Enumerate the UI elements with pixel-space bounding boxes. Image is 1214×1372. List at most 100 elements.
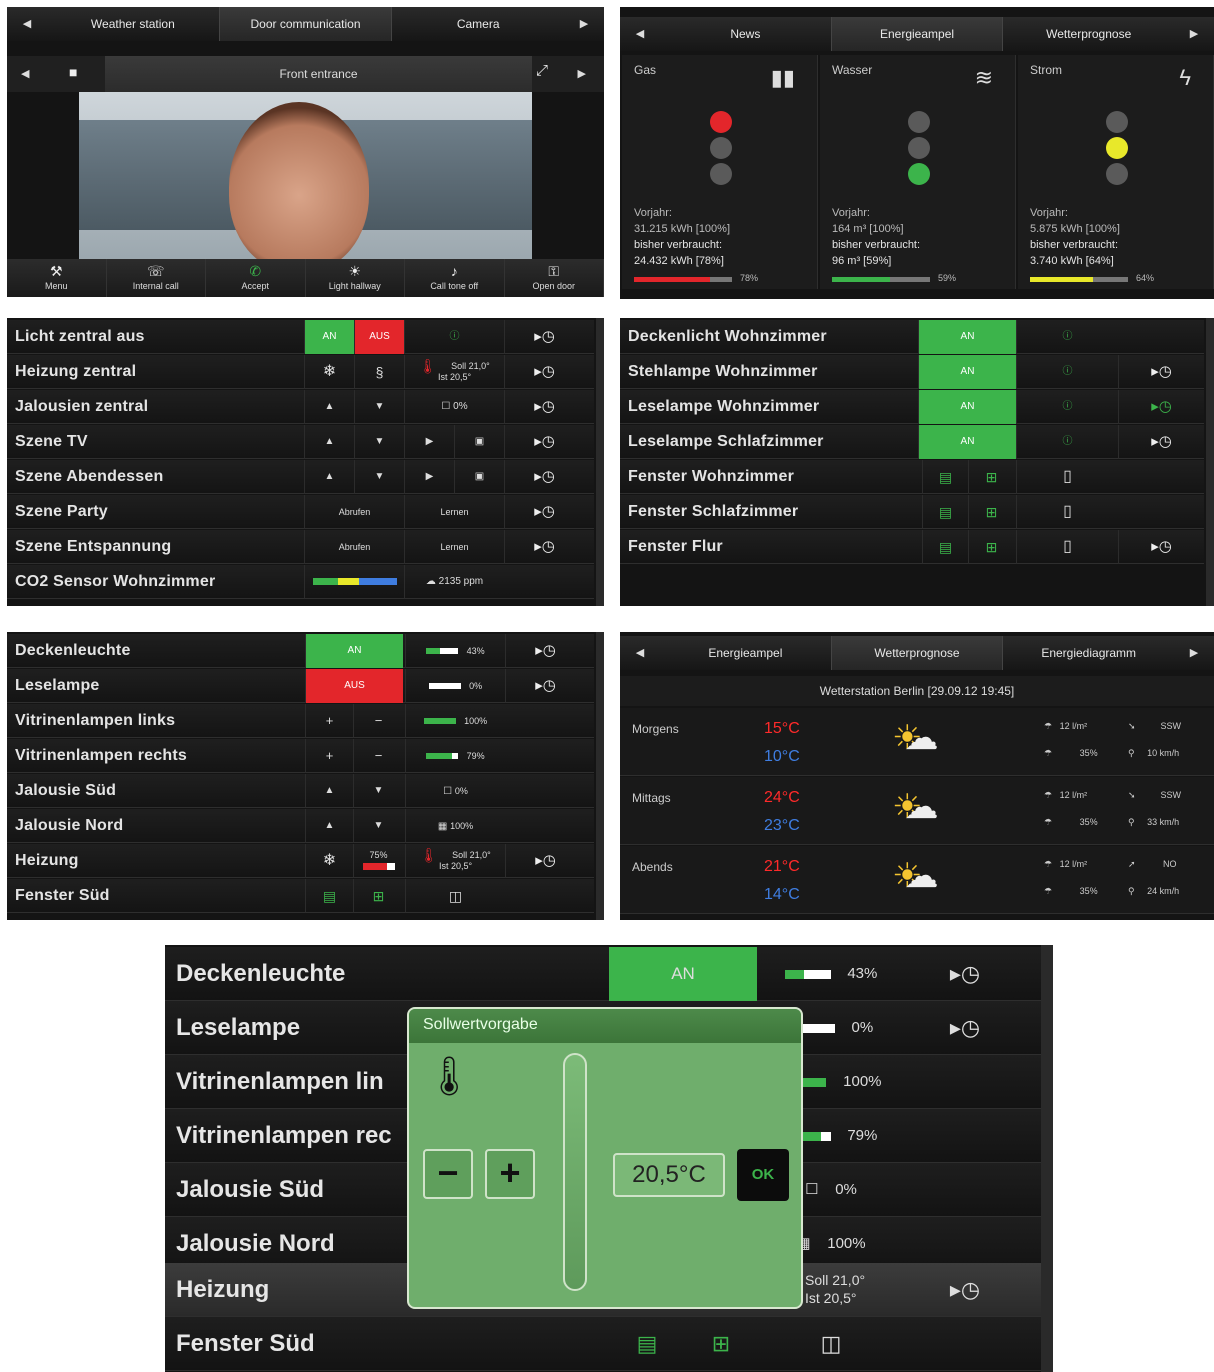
- tab-energieampel[interactable]: Energieampel: [830, 17, 1004, 51]
- menu-button[interactable]: ⚒ Menu: [7, 259, 107, 297]
- info-icon[interactable]: ⓘ: [404, 320, 504, 354]
- timer-clock-icon[interactable]: ▸◷: [905, 1263, 1025, 1317]
- timer-clock-icon[interactable]: ▸◷: [905, 947, 1025, 1001]
- timer-clock-icon[interactable]: ▸◷: [505, 669, 585, 703]
- temperature-readout[interactable]: Soll 21,0° Ist 20,5°: [805, 1263, 905, 1317]
- tab-door-communication[interactable]: Door communication: [218, 7, 393, 41]
- up-arrow-icon[interactable]: ▲: [305, 774, 353, 808]
- tab-camera[interactable]: Camera: [392, 7, 564, 41]
- setpoint-slider[interactable]: [563, 1053, 587, 1291]
- on-button[interactable]: AN: [918, 390, 1016, 424]
- dimmer[interactable]: 43%: [757, 947, 905, 1001]
- weather-tabs: ◀ Energieampel Wetterprognose Energiedia…: [620, 636, 1214, 670]
- tab-wetterprognose[interactable]: Wetterprognose: [1003, 17, 1174, 51]
- learn-button[interactable]: Lernen: [404, 495, 504, 529]
- down-arrow-icon[interactable]: ▼: [354, 390, 404, 424]
- timer-clock-icon[interactable]: ▸◷: [504, 355, 584, 389]
- scrollbar[interactable]: [1041, 945, 1053, 1372]
- info-icon[interactable]: ⓘ: [1016, 425, 1118, 459]
- tab-energiediagramm[interactable]: Energiediagramm: [1003, 636, 1174, 670]
- save-icon[interactable]: ▣: [454, 460, 504, 494]
- prev-tab-arrow-icon[interactable]: ◀: [620, 17, 660, 51]
- off-button[interactable]: AUS: [354, 320, 404, 354]
- recall-button[interactable]: Abrufen: [304, 530, 404, 564]
- prev-year-value: 31.215 kWh [100%]: [634, 223, 731, 235]
- next-tab-arrow-icon[interactable]: ▶: [564, 7, 604, 41]
- next-tab-arrow-icon[interactable]: ▶: [1174, 17, 1214, 51]
- info-icon[interactable]: ⓘ: [1016, 320, 1118, 354]
- dimmer[interactable]: 79%: [405, 739, 505, 773]
- scrollbar[interactable]: [596, 632, 604, 920]
- down-arrow-icon[interactable]: ▼: [354, 460, 404, 494]
- up-arrow-icon[interactable]: ▲: [304, 425, 354, 459]
- down-arrow-icon[interactable]: ▼: [353, 809, 403, 843]
- timer-clock-icon[interactable]: ▸◷: [1118, 425, 1204, 459]
- accept-button[interactable]: ✆ Accept: [206, 259, 306, 297]
- heat-icon[interactable]: §: [354, 355, 404, 389]
- on-button[interactable]: AN: [305, 634, 403, 668]
- next-tab-arrow-icon[interactable]: ▶: [1174, 636, 1214, 670]
- dimmer[interactable]: 100%: [405, 704, 505, 738]
- on-button[interactable]: AN: [918, 425, 1016, 459]
- scrollbar[interactable]: [1206, 318, 1214, 606]
- next-camera-arrow-icon[interactable]: ▶: [578, 56, 586, 92]
- timer-clock-icon[interactable]: ▸◷: [1118, 355, 1204, 389]
- snowflake-icon[interactable]: ❄: [304, 355, 354, 389]
- on-button[interactable]: AN: [918, 320, 1016, 354]
- info-icon[interactable]: ⓘ: [1016, 390, 1118, 424]
- up-arrow-icon[interactable]: ▲: [304, 460, 354, 494]
- timer-clock-icon[interactable]: ▸◷: [504, 390, 584, 424]
- up-arrow-icon[interactable]: ▲: [304, 390, 354, 424]
- window-closed-icon: ⊞: [968, 460, 1014, 494]
- plus-button[interactable]: +: [305, 739, 353, 773]
- minus-button[interactable]: −: [423, 1149, 473, 1199]
- info-icon[interactable]: ⓘ: [1016, 355, 1118, 389]
- plus-button[interactable]: +: [305, 704, 353, 738]
- light-hallway-button[interactable]: ☀ Light hallway: [306, 259, 405, 297]
- tab-news[interactable]: News: [660, 17, 831, 51]
- prev-camera-arrow-icon[interactable]: ◀: [21, 56, 29, 92]
- play-icon[interactable]: ▶: [404, 425, 454, 459]
- timer-clock-icon[interactable]: ▸◷: [905, 1001, 1025, 1055]
- fullscreen-icon[interactable]: ⤢: [536, 62, 548, 79]
- tab-weather-station[interactable]: Weather station: [47, 7, 219, 41]
- on-button[interactable]: AN: [918, 355, 1016, 389]
- open-door-button[interactable]: ⚿ Open door: [505, 259, 604, 297]
- minus-button[interactable]: −: [353, 739, 403, 773]
- down-arrow-icon[interactable]: ▼: [353, 774, 403, 808]
- dimmer[interactable]: 43%: [405, 634, 505, 668]
- on-button[interactable]: AN: [609, 947, 757, 1001]
- timer-clock-icon[interactable]: ▸◷: [505, 844, 585, 878]
- prev-tab-arrow-icon[interactable]: ◀: [620, 636, 660, 670]
- tab-wetterprognose[interactable]: Wetterprognose: [830, 636, 1004, 670]
- timer-clock-icon[interactable]: ▸◷: [1118, 530, 1204, 564]
- prev-tab-arrow-icon[interactable]: ◀: [7, 7, 47, 41]
- temperature-readout[interactable]: 🌡 Soll 21,0° Ist 20,5°: [405, 844, 505, 878]
- learn-button[interactable]: Lernen: [404, 530, 504, 564]
- down-arrow-icon[interactable]: ▼: [354, 425, 404, 459]
- scrollbar[interactable]: [596, 318, 604, 606]
- snowflake-icon[interactable]: ❄: [305, 844, 353, 878]
- timer-clock-icon[interactable]: ▸◷: [504, 530, 584, 564]
- setpoint-value-field[interactable]: 20,5°C: [613, 1153, 725, 1197]
- ok-button[interactable]: OK: [737, 1149, 789, 1201]
- timer-clock-icon[interactable]: ▸◷: [1118, 390, 1204, 424]
- timer-clock-icon[interactable]: ▸◷: [505, 634, 585, 668]
- recall-button[interactable]: Abrufen: [304, 495, 404, 529]
- internal-call-button[interactable]: ☏ Internal call: [107, 259, 206, 297]
- minus-button[interactable]: −: [353, 704, 403, 738]
- temperature-readout[interactable]: 🌡 Soll 21,0° Ist 20,5°: [404, 355, 504, 389]
- timer-clock-icon[interactable]: ▸◷: [504, 495, 584, 529]
- save-icon[interactable]: ▣: [454, 425, 504, 459]
- on-button[interactable]: AN: [304, 320, 354, 354]
- timer-clock-icon[interactable]: ▸◷: [504, 320, 584, 354]
- up-arrow-icon[interactable]: ▲: [305, 809, 353, 843]
- call-tone-off-button[interactable]: ♪ Call tone off: [405, 259, 505, 297]
- dimmer[interactable]: 0%: [405, 669, 505, 703]
- play-icon[interactable]: ▶: [404, 460, 454, 494]
- plus-button[interactable]: +: [485, 1149, 535, 1199]
- tab-energieampel[interactable]: Energieampel: [660, 636, 831, 670]
- off-button[interactable]: AUS: [305, 669, 403, 703]
- timer-clock-icon[interactable]: ▸◷: [504, 425, 584, 459]
- timer-clock-icon[interactable]: ▸◷: [504, 460, 584, 494]
